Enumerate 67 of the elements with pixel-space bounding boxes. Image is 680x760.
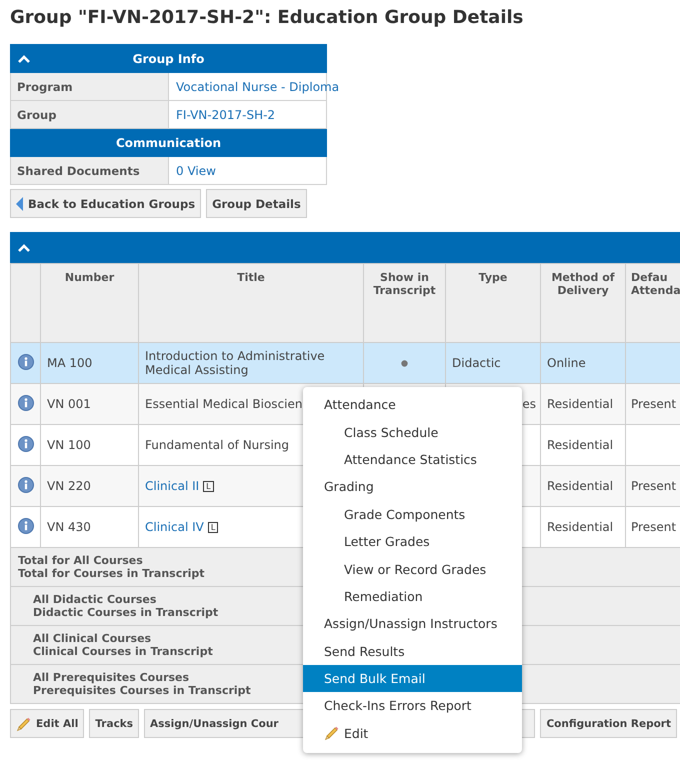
lab-badge: L: [203, 481, 214, 492]
table-cell: Present: [626, 384, 680, 424]
table-cell: Present: [626, 466, 680, 506]
back-button[interactable]: Back to Education Groups: [10, 189, 202, 218]
total-label: Didactic Courses in Transcript: [33, 606, 218, 619]
total-label: All Clinical Courses: [33, 632, 152, 645]
total-label: Total for All Courses: [18, 554, 143, 567]
lab-badge: L: [208, 522, 218, 534]
total-label: Prerequisites Courses in Transcript: [33, 684, 251, 697]
collapse-icon[interactable]: [18, 244, 30, 252]
column-header: Show in Transcript: [364, 264, 446, 342]
menu-item[interactable]: Attendance Statistics: [303, 446, 522, 474]
info-icon[interactable]: [18, 436, 34, 452]
pencil-icon: [16, 716, 32, 732]
field-label: Program: [10, 72, 168, 100]
table-cell: VN 220: [40, 466, 138, 506]
field-link[interactable]: 0 View: [176, 164, 216, 178]
action-button[interactable]: Configuration Report: [540, 709, 677, 738]
section-title: Communication: [116, 136, 222, 150]
course-link[interactable]: Clinical II: [145, 479, 200, 493]
pencil-icon: [324, 725, 340, 742]
field-label: Group: [10, 100, 168, 128]
menu-item[interactable]: Letter Grades: [303, 528, 522, 556]
column-header: Method of Delivery: [540, 264, 626, 342]
field-label: Shared Documents: [10, 156, 168, 184]
group-details-button[interactable]: Group Details: [206, 189, 307, 218]
table-cell: Online: [540, 342, 626, 384]
table-cell: VN 430: [40, 506, 138, 548]
info-icon[interactable]: [18, 394, 34, 410]
total-label: All Prerequisites Courses: [33, 671, 190, 684]
table-cell: Residential: [540, 506, 626, 548]
info-icon[interactable]: [18, 354, 34, 370]
action-button[interactable]: Tracks: [89, 709, 140, 738]
menu-item[interactable]: Remediation: [303, 582, 522, 610]
back-arrow-icon: [16, 196, 24, 210]
menu-item[interactable]: Grade Components: [303, 500, 522, 528]
table-cell: VN 001: [40, 384, 138, 424]
menu-item[interactable]: Assign/Unassign Instructors: [303, 610, 522, 638]
menu-item[interactable]: View or Record Grades: [303, 555, 522, 583]
column-header: Defau Attenda: [626, 264, 680, 342]
column-header: Title: [138, 264, 364, 342]
info-icon[interactable]: [18, 476, 34, 492]
menu-item[interactable]: Send Results: [303, 638, 522, 665]
field-link[interactable]: Vocational Nurse - Diploma: [176, 80, 340, 94]
page-title: Group "FI-VN-2017-SH-2": Education Group Details: [10, 6, 524, 30]
column-header: Type: [446, 264, 540, 342]
table-cell: Residential: [540, 384, 626, 424]
table-cell: Residential: [540, 466, 626, 506]
info-icon[interactable]: [18, 518, 34, 534]
course-link[interactable]: Clinical IV: [145, 520, 204, 534]
total-label: Total for Courses in Transcript: [18, 567, 205, 580]
table-cell: Didactic: [446, 342, 540, 384]
table-cell: VN 100: [40, 424, 138, 466]
collapse-icon[interactable]: [18, 55, 30, 63]
total-label: Clinical Courses in Transcript: [33, 645, 213, 658]
section-title: Group Info: [132, 52, 204, 66]
action-button[interactable]: Edit All: [10, 709, 84, 738]
menu-item[interactable]: Grading: [303, 473, 522, 501]
table-cell: Present: [626, 506, 680, 548]
total-label: All Didactic Courses: [33, 593, 156, 606]
menu-item[interactable]: Send Bulk Email: [303, 664, 522, 692]
course-title: Essential Medical Bioscien: [145, 397, 302, 411]
course-title: Introduction to Administrative Medical Assisting: [145, 349, 325, 377]
course-title: Fundamental of Nursing: [145, 438, 290, 452]
table-cell: Residential: [540, 424, 626, 466]
table-cell: MA 100: [40, 342, 138, 384]
column-header: Number: [40, 264, 138, 342]
